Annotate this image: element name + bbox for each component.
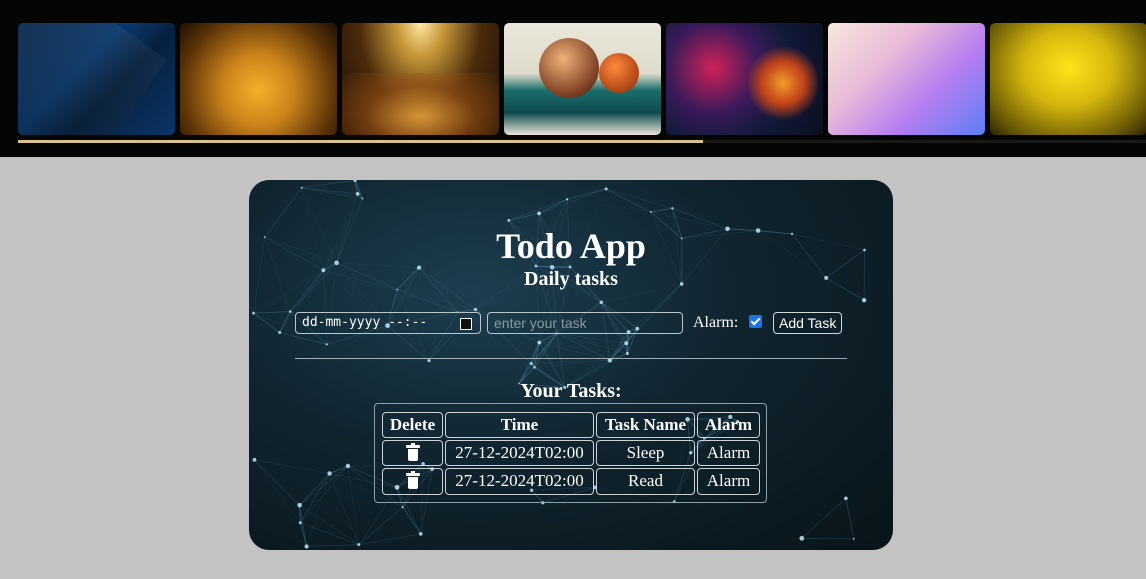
divider [295, 358, 847, 359]
trash-icon[interactable] [405, 471, 420, 490]
trash-icon[interactable] [405, 443, 420, 462]
alarm-checkbox[interactable] [749, 315, 762, 328]
thumbnail-strip[interactable] [18, 23, 1146, 135]
thumbnail-golden-smoke[interactable] [180, 23, 337, 135]
column-header-alarm: Alarm [697, 412, 760, 438]
task-name: Sleep [596, 440, 695, 466]
task-alarm: Alarm [697, 468, 760, 495]
column-header-time: Time [445, 412, 594, 438]
thumbnail-abstract-spheres[interactable] [504, 23, 661, 135]
datetime-input[interactable]: dd-mm-yyyy --:-- [295, 312, 481, 334]
datetime-placeholder: dd-mm-yyyy --:-- [302, 315, 428, 330]
gallery-scroll-thumb[interactable] [18, 140, 703, 143]
page-title: Todo App [496, 226, 646, 266]
image-gallery [0, 0, 1146, 157]
task-time: 27-12-2024T02:00 [445, 468, 594, 495]
calendar-icon[interactable] [460, 318, 472, 330]
delete-button[interactable] [382, 440, 443, 466]
delete-button[interactable] [382, 468, 443, 495]
thumbnail-colorful-splash[interactable] [666, 23, 823, 135]
column-header-task-name: Task Name [596, 412, 695, 438]
alarm-label: Alarm: [693, 314, 739, 331]
task-name: Read [596, 468, 695, 495]
page-subtitle: Daily tasks [524, 268, 618, 290]
column-header-delete: Delete [382, 412, 443, 438]
thumbnail-golden-glitter[interactable] [342, 23, 499, 135]
tasks-heading: Your Tasks: [520, 380, 622, 402]
task-name-input[interactable] [487, 312, 683, 334]
thumbnail-pastel-gradient[interactable] [828, 23, 985, 135]
tasks-table: Delete Time Task Name Alarm 27-12-2024T0… [374, 403, 767, 503]
task-alarm: Alarm [697, 440, 760, 466]
todo-card: Todo App Daily tasks dd-mm-yyyy --:-- Al… [249, 180, 893, 550]
task-time: 27-12-2024T02:00 [445, 440, 594, 466]
add-task-button[interactable]: Add Task [773, 312, 843, 334]
gallery-scrollbar[interactable] [18, 140, 1146, 143]
thumbnail-abstract-blue[interactable] [18, 23, 175, 135]
thumbnail-yellow-glitter[interactable] [990, 23, 1146, 135]
